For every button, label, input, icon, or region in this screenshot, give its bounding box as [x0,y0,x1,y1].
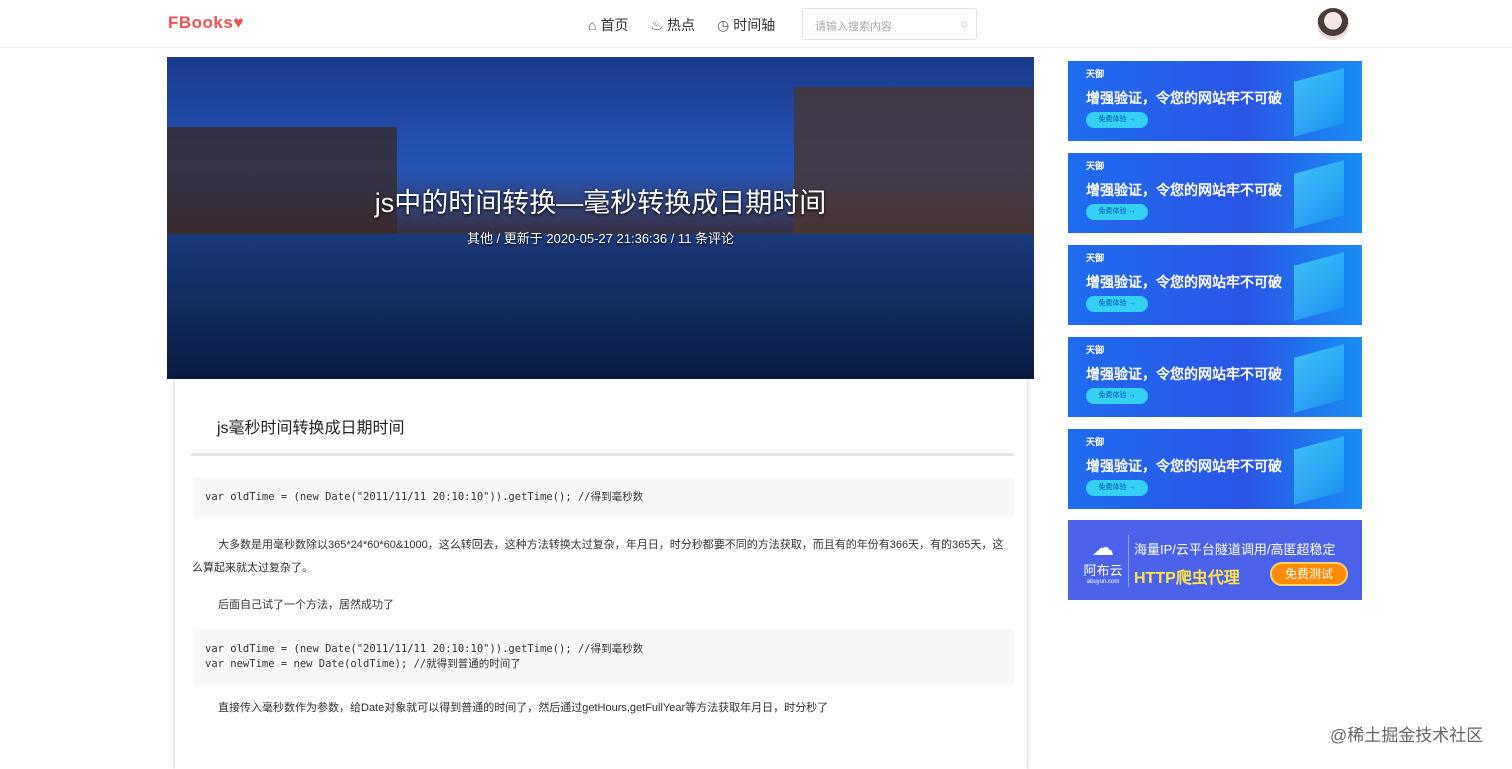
nav-label: 时间轴 [733,17,776,33]
ad-button[interactable]: 免费体验 → [1086,204,1148,220]
article-heading: js毫秒时间转换成日期时间 [217,420,405,437]
ad-banner-abuyun[interactable]: ☁ 阿布云 abuyun.com 海量IP/云平台隧道调用/高匿超稳定 HTTP爬虫… [1068,520,1362,600]
ad-button[interactable]: 免费体验 → [1086,112,1148,128]
ad-title: 增强验证，令您的网站牢不可破 [1086,182,1282,198]
ad-button[interactable]: 免费测试 [1270,562,1348,586]
top-header: FBooks♥ ⌂ 首页 ♨ 热点 ◷ 时间轴 请输入搜索内容 ○ [0,0,1512,48]
nav-home[interactable]: ⌂ 首页 [588,15,628,35]
cloud-icon: ☁ [1092,535,1114,560]
hero-image-canal [167,234,1034,379]
ad-domain: abuyun.com [1086,579,1120,585]
article-title: js中的时间转换—毫秒转换成日期时间 [374,188,827,218]
nav-label: 首页 [600,17,629,33]
code-block: var oldTime = (new Date("2011/11/11 20:1… [193,629,1014,685]
main-nav: ⌂ 首页 ♨ 热点 ◷ 时间轴 [588,15,775,35]
ad-title: 增强验证，令您的网站牢不可破 [1086,458,1282,474]
ad-tagline: 海量IP/云平台隧道调用/高匿超稳定 [1134,542,1336,557]
ad-brand: 天御 [1086,161,1105,171]
nav-label: 热点 [667,17,696,33]
cube-graphic [1294,160,1344,229]
paragraph: 大多数是用毫秒数除以365*24*60*60&1000，这么转回去，这种方法转换… [192,539,1004,574]
ad-banner[interactable]: 天御增强验证，令您的网站牢不可破 免费体验 → [1068,61,1362,141]
ad-brand: 天御 [1086,69,1105,79]
home-icon: ⌂ [588,17,597,33]
cube-graphic [1294,344,1344,413]
article-body: js毫秒时间转换成日期时间 var oldTime = (new Date("2… [175,379,1027,769]
ad-button[interactable]: 免费体验 → [1086,480,1148,496]
code-line: var newTime = new Date(oldTime); //就得到普通… [205,658,521,670]
clock-icon: ◷ [717,17,730,33]
cube-graphic [1294,68,1344,137]
search-input[interactable]: 请输入搜索内容 ○ [802,8,977,40]
fire-icon: ♨ [650,17,664,33]
ad-button[interactable]: 免费体验 → [1086,296,1148,312]
nav-timeline[interactable]: ◷ 时间轴 [717,15,775,35]
code-line: var oldTime = (new Date("2011/11/11 20:1… [205,643,644,655]
ad-brand: 天御 [1086,253,1105,263]
ad-banner[interactable]: 天御增强验证，令您的网站牢不可破 免费体验 → [1068,429,1362,509]
logo[interactable]: FBooks♥ [168,13,244,33]
paragraph: 直接传入毫秒数作为参数，给Date对象就可以得到普通的时间了，然后通过getHo… [218,702,829,714]
paragraph: 后面自己试了一个方法，居然成功了 [218,599,394,611]
ad-title: HTTP爬虫代理 [1134,570,1240,587]
ad-title: 增强验证，令您的网站牢不可破 [1086,90,1282,106]
divider [191,453,1014,456]
ad-banner[interactable]: 天御增强验证，令您的网站牢不可破 免费体验 → [1068,153,1362,233]
avatar[interactable] [1317,8,1349,40]
code-block: var oldTime = (new Date("2011/11/11 20:1… [193,478,1014,517]
ad-brand: 天御 [1086,437,1105,447]
ad-banner[interactable]: 天御增强验证，令您的网站牢不可破 免费体验 → [1068,337,1362,417]
ad-banner[interactable]: 天御增强验证，令您的网站牢不可破 免费体验 → [1068,245,1362,325]
cube-graphic [1294,252,1344,321]
article-meta: 其他 / 更新于 2020-05-27 21:36:36 / 11 条评论 [466,231,735,246]
nav-hot[interactable]: ♨ 热点 [650,15,695,35]
search-placeholder: 请输入搜索内容 [815,21,892,33]
abuyun-logo: ☁ 阿布云 abuyun.com [1080,535,1126,586]
ad-title: 增强验证，令您的网站牢不可破 [1086,274,1282,290]
cube-graphic [1294,436,1344,505]
ad-brand: 天御 [1086,345,1105,355]
ad-brand: 阿布云 [1083,563,1123,578]
watermark: @稀土掘金技术社区 [1330,726,1484,745]
ad-button[interactable]: 免费体验 → [1086,388,1148,404]
hero-banner: js中的时间转换—毫秒转换成日期时间 其他 / 更新于 2020-05-27 2… [167,57,1034,379]
search-icon[interactable]: ○ [961,17,968,31]
divider [1128,535,1129,587]
ad-title: 增强验证，令您的网站牢不可破 [1086,366,1282,382]
